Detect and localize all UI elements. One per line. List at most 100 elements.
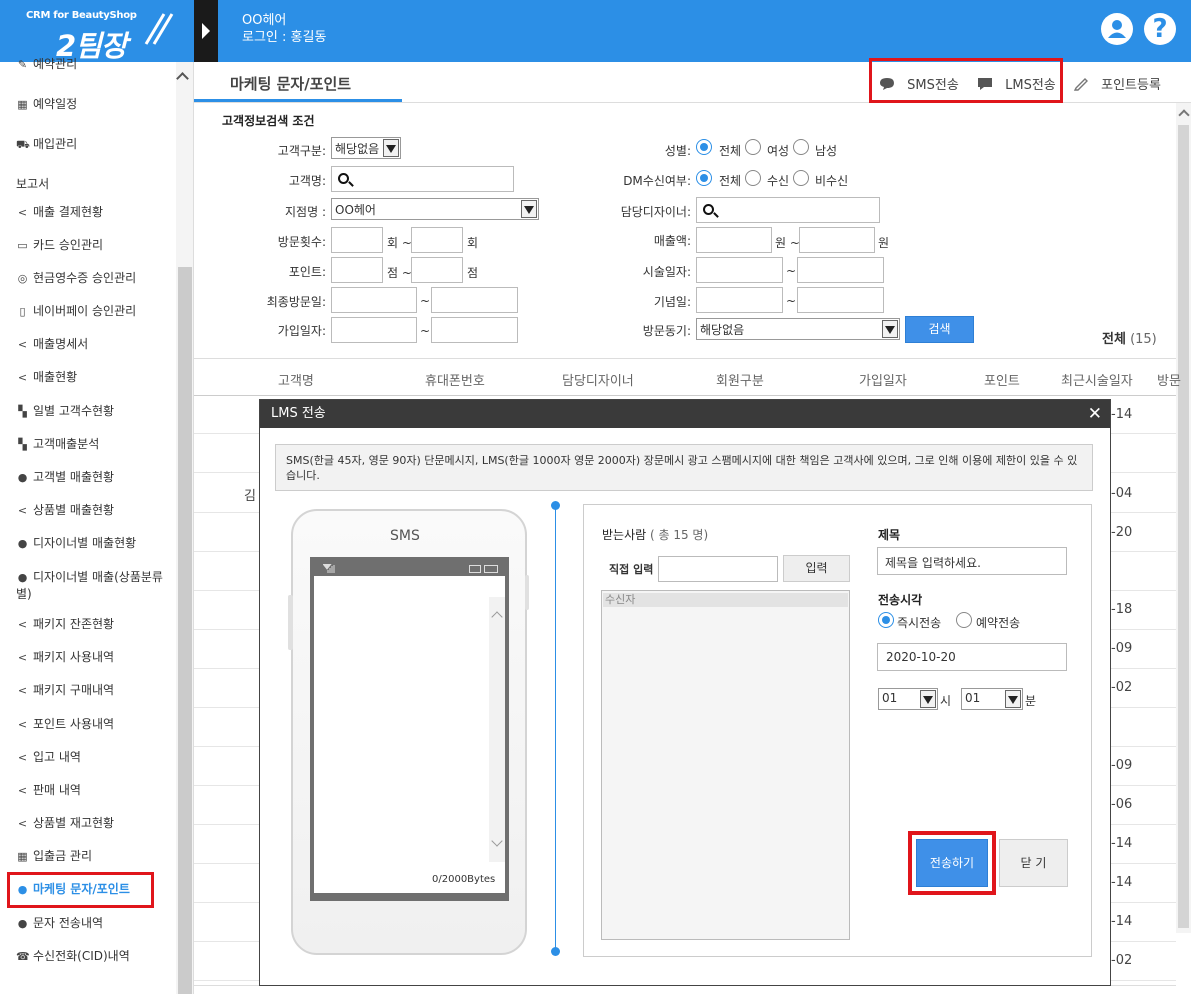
phone-side-button <box>525 575 529 610</box>
direct-input-field[interactable] <box>658 556 778 582</box>
last-visit-to-input[interactable] <box>431 287 518 313</box>
visit-motive-select[interactable]: 해당없음 <box>696 318 900 340</box>
gender-male-radio[interactable] <box>793 139 809 155</box>
dm-all-radio[interactable] <box>696 170 712 186</box>
send-button[interactable]: 전송하기 <box>916 839 988 887</box>
treatment-to-input[interactable] <box>797 257 884 283</box>
sidebar-item[interactable]: ▦ 예약일정 <box>16 95 77 112</box>
dm-receive-radio[interactable] <box>745 170 761 186</box>
sidebar-item[interactable]: ▦ 입출금 관리 <box>16 847 92 864</box>
chevron-up-icon[interactable] <box>1178 109 1190 121</box>
recipient-header: 수신자 <box>603 593 848 607</box>
sidebar-item[interactable]: ⛟ 매입관리 <box>16 135 77 153</box>
last-visit-from-input[interactable] <box>331 287 417 313</box>
sidebar-item[interactable]: ● 디자이너별 매출(상품분류 별) <box>16 568 163 602</box>
column-header[interactable]: 가입일자 <box>859 370 907 389</box>
designer-input[interactable] <box>696 197 880 223</box>
sidebar-item[interactable]: < 매출현황 <box>16 368 77 385</box>
join-to-input[interactable] <box>431 317 518 343</box>
customer-type-select[interactable]: 해당없음 <box>331 137 401 159</box>
customer-name-input[interactable] <box>331 166 514 192</box>
minute-select[interactable]: 01 <box>961 688 1023 710</box>
treatment-from-input[interactable] <box>696 257 783 283</box>
sidebar-scroll-thumb[interactable] <box>178 267 192 994</box>
close-button[interactable]: 닫 기 <box>999 839 1068 887</box>
row-date-cell: -14 <box>1111 836 1133 851</box>
column-header[interactable]: 담당디자이너 <box>562 370 634 389</box>
gender-female-radio[interactable] <box>745 139 761 155</box>
sidebar-item[interactable]: < 패키지 사용내역 <box>16 648 114 665</box>
help-icon[interactable]: ? <box>1144 13 1176 45</box>
points-unit-end: 점 <box>467 266 479 280</box>
send-date-input[interactable]: 2020-10-20 <box>877 643 1067 671</box>
chat-icon: ● <box>17 917 28 930</box>
message-scrollbar[interactable] <box>489 597 505 862</box>
sidebar-item[interactable]: < 매출명세서 <box>16 335 88 352</box>
point-register-button[interactable]: 포인트등록 <box>1073 74 1161 93</box>
share-icon: < <box>17 651 28 664</box>
join-from-input[interactable] <box>331 317 417 343</box>
close-icon[interactable]: ✕ <box>1088 400 1102 428</box>
points-from-input[interactable] <box>331 257 383 283</box>
logo-slash-icon <box>144 13 174 45</box>
sidebar-item[interactable]: < 상품별 재고현황 <box>16 814 114 831</box>
sales-to-input[interactable] <box>799 227 875 253</box>
sidebar-item-label: 문자 전송내역 <box>33 916 104 930</box>
sidebar-item[interactable]: < 포인트 사용내역 <box>16 715 114 732</box>
dm-reject-radio[interactable] <box>793 170 809 186</box>
recipient-list[interactable] <box>601 590 850 940</box>
sidebar-item[interactable]: < 판매 내역 <box>16 781 81 798</box>
column-header[interactable]: 방문 <box>1157 370 1181 389</box>
sidebar-item[interactable]: ● 고객별 매출현황 <box>16 468 114 485</box>
visits-to-input[interactable] <box>411 227 463 253</box>
sidebar-item[interactable]: ● 디자이너별 매출현황 <box>16 534 137 551</box>
sales-from-input[interactable] <box>696 227 772 253</box>
sidebar-item[interactable]: < 매출 결제현황 <box>16 203 103 220</box>
logo[interactable]: CRM for BeautyShop 2팀장 <box>0 0 194 63</box>
main-scroll-thumb[interactable] <box>1178 125 1189 928</box>
search-button[interactable]: 검색 <box>905 316 974 343</box>
row-date-cell: -14 <box>1111 407 1133 422</box>
subject-input[interactable]: 제목을 입력하세요. <box>877 547 1067 575</box>
sidebar-item-label: 디자이너별 매출(상품분류 <box>33 570 163 584</box>
sidebar-item[interactable]: ▚ 일별 고객수현황 <box>16 402 114 419</box>
sidebar-item[interactable]: ● 문자 전송내역 <box>16 914 103 931</box>
chevron-up-icon[interactable] <box>491 611 503 623</box>
sidebar-item[interactable]: < 패키지 잔존현황 <box>16 615 114 632</box>
sidebar-item-label: 카드 승인관리 <box>33 238 104 252</box>
sidebar-item[interactable]: ▭ 카드 승인관리 <box>16 236 103 253</box>
message-textarea[interactable] <box>314 576 505 893</box>
sidebar-item[interactable]: < 상품별 매출현황 <box>16 501 114 518</box>
column-header[interactable]: 포인트 <box>984 370 1020 389</box>
sidebar-item[interactable]: < 패키지 구매내역 <box>16 681 114 698</box>
sidebar-item[interactable]: ☎ 수신전화(CID)내역 <box>16 947 130 964</box>
sidebar-item[interactable]: ✎ 예약관리 <box>16 55 77 71</box>
sidebar-item[interactable]: ▯ 네이버페이 승인관리 <box>16 302 136 319</box>
range-separator: ~ <box>786 294 797 308</box>
sidebar-item[interactable]: ◎ 현금영수증 승인관리 <box>16 269 137 286</box>
chevron-down-icon <box>920 690 936 708</box>
visits-from-input[interactable] <box>331 227 383 253</box>
column-header[interactable]: 최근시술일자 <box>1061 370 1133 389</box>
points-to-input[interactable] <box>411 257 463 283</box>
page-title[interactable]: 마케팅 문자/포인트 <box>230 73 351 94</box>
column-header[interactable]: 휴대폰번호 <box>425 370 485 389</box>
sidebar-toggle-button[interactable] <box>194 0 218 62</box>
divider-dot <box>551 501 560 510</box>
column-header[interactable]: 고객명 <box>278 370 314 389</box>
user-icon[interactable] <box>1101 13 1133 45</box>
column-header[interactable]: 회원구분 <box>716 370 764 389</box>
anniversary-from-input[interactable] <box>696 287 783 313</box>
sidebar-item[interactable]: ▚ 고객매출분석 <box>16 435 99 452</box>
branch-select[interactable]: OO헤어 <box>331 198 539 220</box>
gender-all-radio[interactable] <box>696 139 712 155</box>
anniversary-to-input[interactable] <box>797 287 884 313</box>
share-icon: < <box>17 751 28 764</box>
chevron-down-icon[interactable] <box>491 835 503 847</box>
send-now-radio[interactable] <box>878 612 894 628</box>
send-reserve-radio[interactable] <box>956 612 972 628</box>
sidebar-item[interactable]: < 입고 내역 <box>16 748 81 765</box>
main-scrollbar[interactable] <box>1176 103 1191 933</box>
enter-button[interactable]: 입력 <box>783 555 850 582</box>
hour-select[interactable]: 01 <box>878 688 938 710</box>
